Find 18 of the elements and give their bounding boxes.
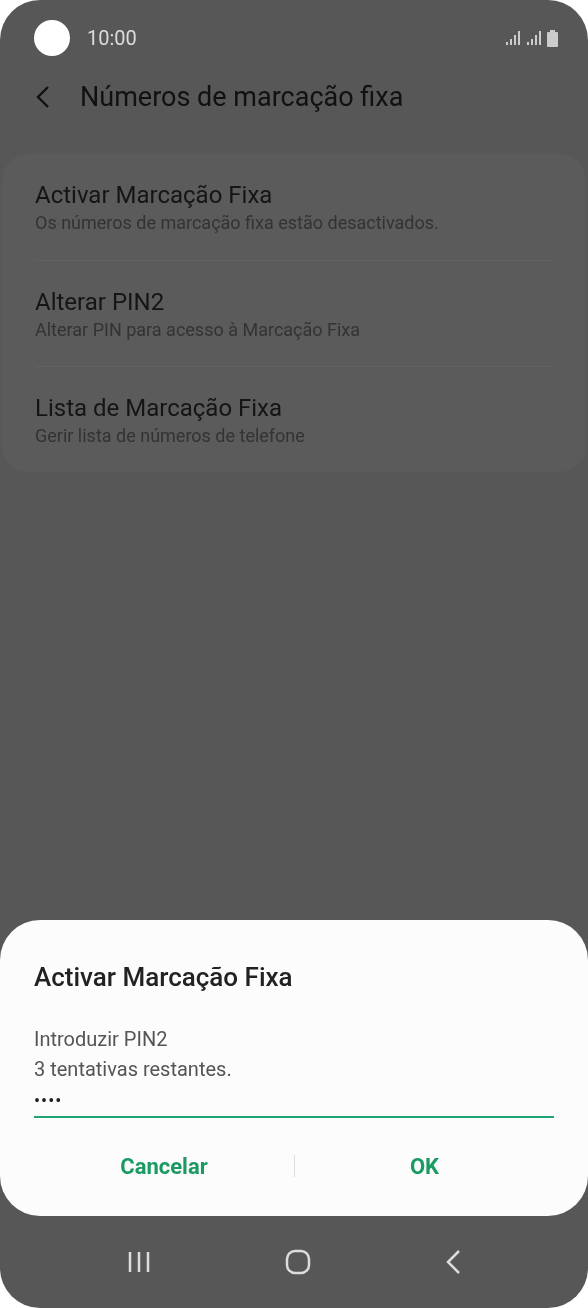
item-title: Lista de Marcação Fixa [35,392,284,424]
dialog-message: Introduzir PIN2 [34,1026,169,1053]
back-icon[interactable] [36,85,50,109]
dialog-note: 3 tentativas restantes. [34,1056,233,1083]
status-time: 10:00 [87,25,137,52]
dialog-button[interactable]: OK [295,1144,554,1188]
home-icon[interactable] [285,1249,311,1275]
camera-cutout [34,20,70,56]
page-title: Números de marcação fixa [80,79,404,115]
dialog-title: Activar Marcação Fixa [34,961,294,994]
battery-icon [547,29,558,47]
pin-field[interactable]: •••• [34,1084,554,1118]
item-title: Activar Marcação Fixa [35,180,274,211]
signal-icon [526,30,542,46]
signal-icon [505,30,521,46]
item-title: Alterar PIN2 [35,286,166,318]
recent-apps-icon[interactable] [127,1251,151,1273]
dialog-button[interactable]: Cancelar [34,1144,294,1188]
